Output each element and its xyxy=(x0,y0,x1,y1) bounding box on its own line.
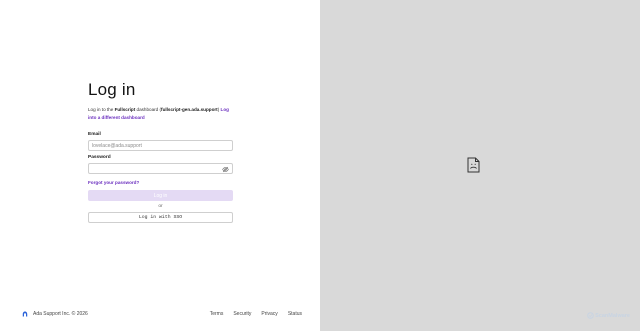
email-field-wrapper xyxy=(88,140,233,151)
email-label: Email xyxy=(88,132,101,137)
password-field[interactable] xyxy=(92,165,229,172)
footer-link-privacy[interactable]: Privacy xyxy=(261,311,277,317)
password-label: Password xyxy=(88,155,111,160)
login-form: Log in Log in to the Fullscript dashboar… xyxy=(88,80,233,223)
footer-links: Terms Security Privacy Status xyxy=(210,311,302,317)
login-panel: Log in Log in to the Fullscript dashboar… xyxy=(0,0,320,331)
or-divider: or xyxy=(158,204,163,209)
ada-logo-icon xyxy=(22,311,28,317)
footer-link-security[interactable]: Security xyxy=(233,311,251,317)
forgot-password-link[interactable]: Forgot your password? xyxy=(88,180,233,185)
footer-link-status[interactable]: Status xyxy=(288,311,302,317)
eye-slash-icon[interactable] xyxy=(222,166,229,173)
password-field-wrapper xyxy=(88,163,233,174)
watermark: ScanMalware xyxy=(587,312,630,319)
subtitle-prefix: Log in to the xyxy=(88,107,115,112)
subtitle-mid: dashboard ( xyxy=(135,107,162,112)
subtitle-domain: fullscript-gen.ada.support xyxy=(161,107,218,112)
login-button[interactable]: Log in xyxy=(88,190,233,201)
sso-login-button[interactable]: Log in with SSO xyxy=(88,212,233,223)
preview-panel xyxy=(320,0,640,331)
document-placeholder-icon xyxy=(467,157,480,173)
watermark-text: ScanMalware xyxy=(595,312,630,319)
copyright-text: Ada Support Inc. © 2026 xyxy=(33,311,88,317)
scanmalware-logo-icon xyxy=(587,312,594,319)
email-field[interactable] xyxy=(92,142,229,149)
page-title: Log in xyxy=(88,80,136,99)
footer-link-terms[interactable]: Terms xyxy=(210,311,224,317)
footer: Ada Support Inc. © 2026 Terms Security P… xyxy=(22,309,302,319)
login-subtitle: Log in to the Fullscript dashboard (full… xyxy=(88,106,233,121)
subtitle-brand: Fullscript xyxy=(114,107,136,112)
